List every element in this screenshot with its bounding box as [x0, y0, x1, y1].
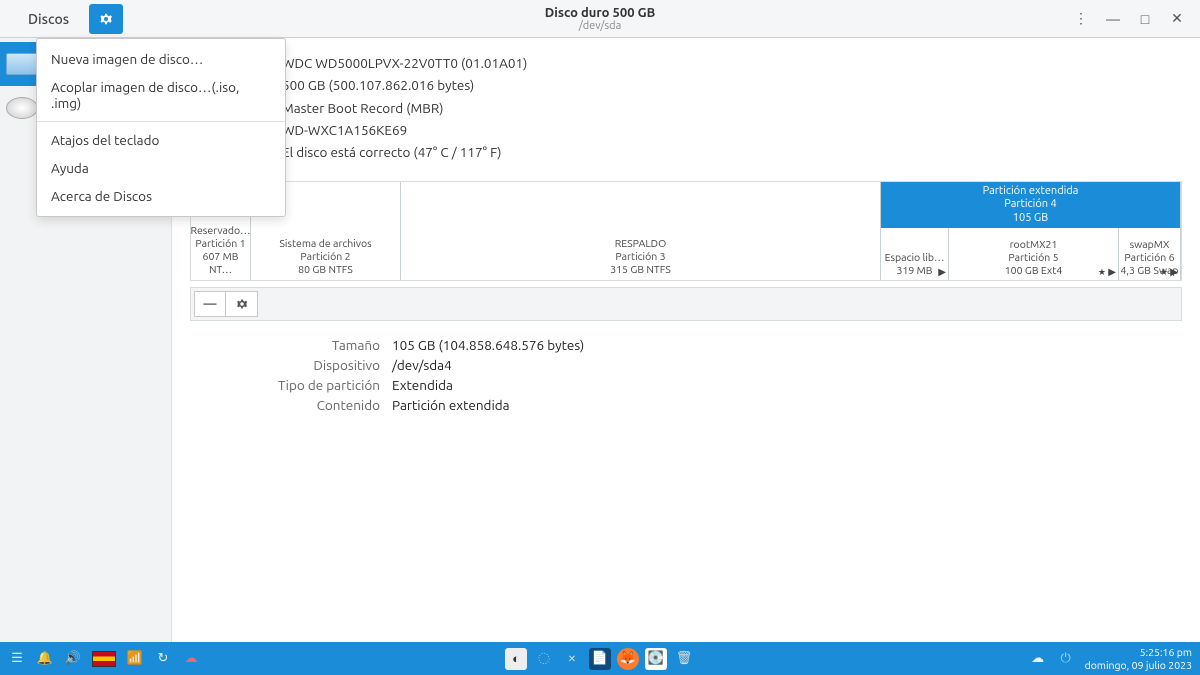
app-dropdown-menu: Nueva imagen de disco… Acoplar imagen de… — [36, 38, 286, 217]
window-subtitle: /dev/sda — [545, 20, 656, 32]
taskbar-app[interactable]: ✕ — [561, 648, 583, 670]
detail-value: Partición extendida — [392, 397, 510, 413]
menu-item-new-image[interactable]: Nueva imagen de disco… — [37, 45, 285, 73]
disk-serial: WD-WXC1A156KE69 — [282, 119, 1180, 141]
app-name: Discos — [8, 11, 89, 27]
disk-model: WDC WD5000LPVX-22V0TT0 (01.01A01) — [282, 52, 1180, 74]
menu-item-attach-image[interactable]: Acoplar imagen de disco…(.iso, .img) — [37, 73, 285, 117]
partition-map[interactable]: Reservado…Partición 1607 MB NT…Sistema d… — [190, 181, 1182, 281]
tray-icon[interactable]: ☁ — [182, 650, 200, 668]
detail-label: Tipo de partición — [190, 377, 380, 393]
detail-label: Dispositivo — [190, 357, 380, 373]
disk-partitioning: Master Boot Record (MBR) — [282, 97, 1180, 119]
detail-row: Tipo de partición Extendida — [190, 375, 1182, 395]
detail-label: Tamaño — [190, 337, 380, 353]
clock-time: 5:25:16 pm — [1085, 646, 1192, 658]
partition-details: Tamaño 105 GB (104.858.648.576 bytes) Disp… — [190, 335, 1182, 415]
updater-icon[interactable]: ↻ — [154, 650, 172, 668]
partition-toolbar: — — [190, 287, 1182, 321]
disk-assessment: El disco está correcto (47° C / 117° F) — [282, 141, 1180, 163]
extended-partition-header[interactable]: Partición extendidaPartición 4105 GB — [881, 182, 1180, 228]
wifi-icon[interactable]: 📶 — [126, 650, 144, 668]
taskbar-app-firefox[interactable]: 🦊 — [617, 648, 639, 670]
menu-item-help[interactable]: Ayuda — [37, 154, 285, 182]
maximize-button[interactable]: □ — [1136, 10, 1154, 28]
taskbar-app[interactable]: ◌ — [533, 648, 555, 670]
partition-options-button[interactable] — [226, 291, 258, 317]
play-icon: ▶ — [938, 266, 946, 278]
disk-info: WDC WD5000LPVX-22V0TT0 (01.01A01) 500 GB… — [172, 38, 1200, 173]
taskbar-app[interactable]: 🗑 — [673, 648, 695, 670]
hdd-icon — [6, 53, 38, 75]
detail-value: /dev/sda4 — [392, 357, 452, 373]
headerbar: Discos Disco duro 500 GB /dev/sda ⋮ — □ … — [0, 0, 1200, 38]
detail-label: Contenido — [190, 397, 380, 413]
detail-value: 105 GB (104.858.648.576 bytes) — [392, 337, 584, 353]
remove-partition-button[interactable]: — — [194, 291, 226, 317]
main-panel: WDC WD5000LPVX-22V0TT0 (01.01A01) 500 GB… — [172, 38, 1200, 642]
keyboard-layout-flag[interactable] — [92, 651, 116, 667]
kebab-menu-icon[interactable]: ⋮ — [1072, 10, 1090, 28]
menu-item-about[interactable]: Acerca de Discos — [37, 182, 285, 210]
detail-row: Dispositivo/dev/sda4 — [190, 355, 1182, 375]
taskbar-app[interactable]: ◐ — [505, 648, 527, 670]
taskbar: ☰ 🔔 🔊 📶 ↻ ☁ ◐ ◌ ✕ 📄 🦊 💽 🗑 ☁ ⏻ 5:25:16 pm… — [0, 642, 1200, 675]
close-button[interactable]: ✕ — [1168, 10, 1186, 28]
menu-item-shortcuts[interactable]: Atajos del teclado — [37, 126, 285, 154]
tray-icon[interactable]: ⏻ — [1057, 650, 1075, 668]
clock-date: domingo, 09 julio 2023 — [1085, 659, 1192, 671]
menu-separator — [37, 121, 285, 122]
cd-icon — [6, 97, 38, 119]
taskbar-app[interactable]: 📄 — [589, 648, 611, 670]
detail-value: Extendida — [392, 377, 453, 393]
minimize-button[interactable]: — — [1104, 10, 1122, 28]
gear-icon — [98, 11, 114, 27]
logical-partition-block[interactable]: swapMXPartición 64,3 GB Swap▶★ — [1119, 228, 1180, 280]
disk-size: 500 GB (500.107.862.016 bytes) — [282, 74, 1180, 96]
partition-block[interactable]: Partición extendidaPartición 4105 GBEspa… — [881, 182, 1181, 280]
play-icon: ▶ — [1108, 266, 1116, 278]
window-title: Disco duro 500 GB — [545, 6, 656, 20]
taskbar-clock[interactable]: 5:25:16 pm domingo, 09 julio 2023 — [1085, 646, 1192, 670]
play-icon: ▶ — [1170, 266, 1178, 278]
detail-row: Tamaño 105 GB (104.858.648.576 bytes) — [190, 335, 1182, 355]
logical-partition-block[interactable]: Espacio lib…319 MB▶ — [881, 228, 949, 280]
menu-icon[interactable]: ☰ — [8, 650, 26, 668]
taskbar-app-disks[interactable]: 💽 — [645, 648, 667, 670]
star-icon: ★ — [1160, 267, 1168, 278]
logical-partition-block[interactable]: rootMX21Partición 5100 GB Ext4▶★ — [949, 228, 1119, 280]
detail-row: Contenido Partición extendida — [190, 395, 1182, 415]
partition-block[interactable]: RESPALDOPartición 3315 GB NTFS — [401, 182, 881, 280]
volume-icon[interactable]: 🔊 — [64, 650, 82, 668]
cloud-icon[interactable]: ☁ — [1029, 650, 1047, 668]
notifications-icon[interactable]: 🔔 — [36, 650, 54, 668]
gears-icon — [235, 297, 249, 311]
app-menu-button[interactable] — [89, 4, 123, 34]
star-icon: ★ — [1098, 267, 1106, 278]
